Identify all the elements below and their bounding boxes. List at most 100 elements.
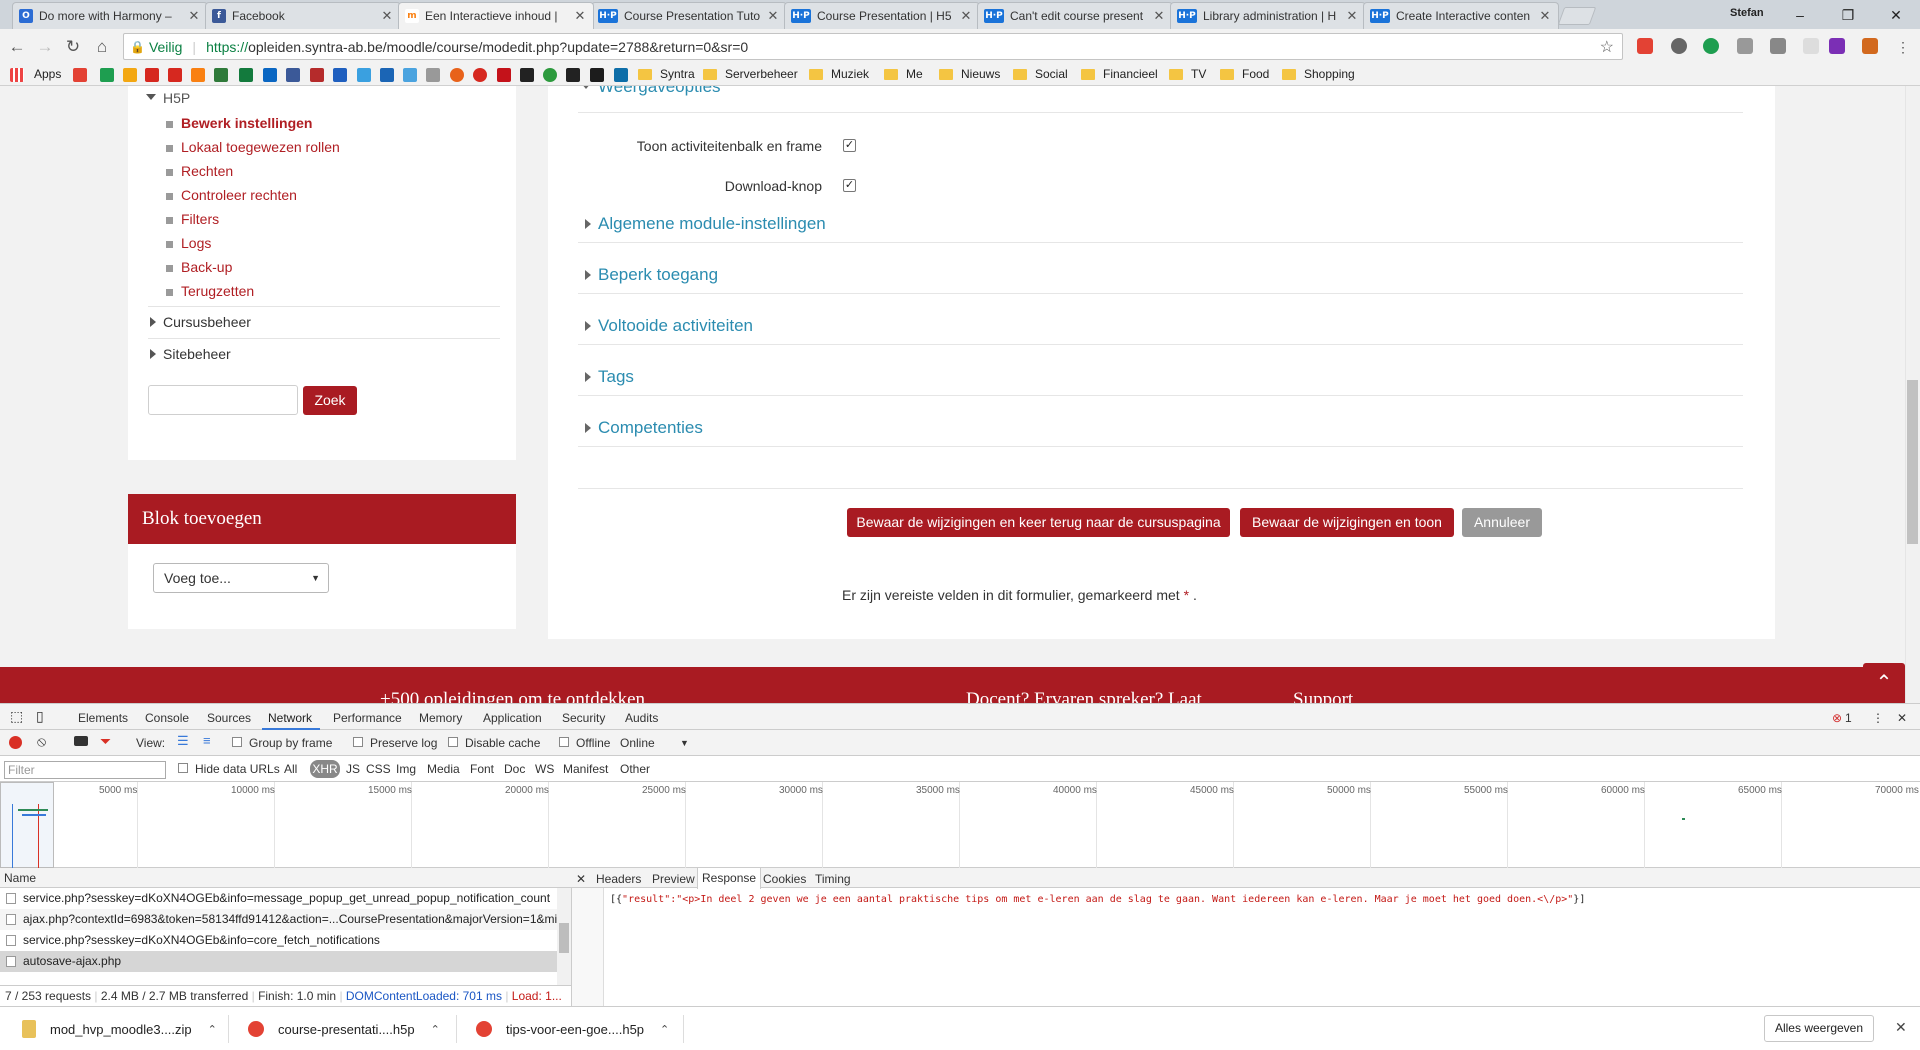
cancel-button[interactable]: Annuleer bbox=[1462, 508, 1542, 537]
nav-item-bewerk-instellingen[interactable]: Bewerk instellingen bbox=[166, 115, 312, 131]
request-list-scrollbar-thumb[interactable] bbox=[559, 923, 569, 953]
menu-dots-icon[interactable]: ⋮ bbox=[1891, 35, 1915, 59]
record-icon[interactable] bbox=[9, 736, 22, 749]
minimize-button[interactable]: – bbox=[1780, 4, 1820, 26]
clear-icon[interactable]: ⦸ bbox=[37, 733, 46, 750]
page-scrollbar-thumb[interactable] bbox=[1907, 380, 1918, 544]
type-filter-xhr[interactable]: XHR bbox=[310, 760, 340, 778]
nav-item-terugzetten[interactable]: Terugzetten bbox=[166, 283, 254, 299]
request-row[interactable]: service.php?sesskey=dKoXN4OGEb&info=core… bbox=[0, 930, 557, 951]
devtools-tab-performance[interactable]: Performance bbox=[333, 711, 402, 725]
section-competenties[interactable]: Competenties bbox=[585, 418, 703, 438]
type-filter-js[interactable]: JS bbox=[346, 762, 360, 776]
devtools-tab-console[interactable]: Console bbox=[145, 711, 189, 725]
close-tab-icon[interactable]: ✕ bbox=[1152, 8, 1166, 24]
type-filter-manifest[interactable]: Manifest bbox=[563, 762, 608, 776]
devtools-tab-memory[interactable]: Memory bbox=[419, 711, 462, 725]
devtools-tab-security[interactable]: Security bbox=[562, 711, 605, 725]
type-filter-ws[interactable]: WS bbox=[535, 762, 554, 776]
device-toolbar-icon[interactable]: ▯ bbox=[36, 708, 44, 725]
nav-item-filters[interactable]: Filters bbox=[166, 211, 219, 227]
new-tab-button[interactable] bbox=[1557, 7, 1597, 25]
bookmark-icon[interactable] bbox=[214, 68, 228, 82]
address-bar[interactable]: 🔒 Veilig | https:// opleiden.syntra-ab.b… bbox=[123, 33, 1623, 60]
netflix-icon[interactable] bbox=[497, 68, 511, 82]
nav-item-sitebeheer[interactable]: Sitebeheer bbox=[150, 346, 231, 362]
footer-text[interactable]: Support bbox=[1293, 689, 1353, 703]
browser-tab[interactable]: H·P Course Presentation | H5 ✕ bbox=[784, 2, 980, 29]
bookmark-icon[interactable] bbox=[239, 68, 253, 82]
type-filter-media[interactable]: Media bbox=[427, 762, 460, 776]
profile-name[interactable]: Stefan bbox=[1730, 7, 1764, 19]
type-filter-all[interactable]: All bbox=[284, 762, 297, 776]
download-item[interactable]: tips-voor-een-goe....h5p ⌃ bbox=[476, 1017, 669, 1041]
extension-icon[interactable] bbox=[1737, 38, 1753, 54]
error-count[interactable]: 1 bbox=[1845, 711, 1852, 725]
bookmark-icon[interactable] bbox=[310, 68, 324, 82]
admin-search-input[interactable] bbox=[148, 385, 298, 415]
apps-shortcut[interactable]: Apps bbox=[34, 67, 61, 81]
onenote-icon[interactable] bbox=[1829, 38, 1845, 54]
response-body[interactable]: [{"result":"<p>In deel 2 geven we je een… bbox=[610, 894, 1585, 905]
bookmark-folder[interactable]: Nieuws bbox=[939, 67, 1000, 81]
browser-tab[interactable]: O Do more with Harmony – ✕ bbox=[12, 2, 208, 29]
devtools-tab-application[interactable]: Application bbox=[483, 711, 542, 725]
footer-text[interactable]: +500 opleidingen om te ontdekken bbox=[380, 689, 645, 703]
chevron-down-icon[interactable]: ▼ bbox=[680, 738, 689, 748]
section-algemene-module-instellingen[interactable]: Algemene module-instellingen bbox=[585, 214, 826, 234]
section-weergaveopties[interactable]: Weergaveopties bbox=[581, 86, 721, 97]
bookmark-folder[interactable]: Serverbeheer bbox=[703, 67, 798, 81]
save-and-show-button[interactable]: Bewaar de wijzigingen en toon bbox=[1240, 508, 1454, 537]
close-tab-icon[interactable]: ✕ bbox=[187, 8, 201, 24]
facebook-icon[interactable] bbox=[286, 68, 300, 82]
home-icon[interactable]: ⌂ bbox=[90, 35, 114, 59]
details-tab-timing[interactable]: Timing bbox=[815, 872, 851, 886]
close-tab-icon[interactable]: ✕ bbox=[1345, 8, 1359, 24]
bookmark-icon[interactable] bbox=[333, 68, 347, 82]
browser-tab[interactable]: H·P Library administration | H ✕ bbox=[1170, 2, 1366, 29]
bookmark-folder[interactable]: TV bbox=[1169, 67, 1206, 81]
extension-icon[interactable] bbox=[1671, 38, 1687, 54]
bookmark-icon[interactable] bbox=[191, 68, 205, 82]
bookmark-icon[interactable] bbox=[168, 68, 182, 82]
bookmark-icon[interactable] bbox=[145, 68, 159, 82]
download-item[interactable]: mod_hvp_moodle3....zip ⌃ bbox=[22, 1017, 217, 1041]
devtools-tab-sources[interactable]: Sources bbox=[207, 711, 251, 725]
offline-checkbox[interactable] bbox=[559, 737, 569, 747]
hide-data-urls-checkbox[interactable] bbox=[178, 763, 188, 773]
nav-item-rechten[interactable]: Rechten bbox=[166, 163, 233, 179]
bookmark-star-icon[interactable]: ☆ bbox=[1600, 37, 1614, 57]
section-tags[interactable]: Tags bbox=[585, 367, 634, 387]
details-tab-cookies[interactable]: Cookies bbox=[763, 872, 806, 886]
inspect-element-icon[interactable]: ⬚ bbox=[10, 708, 23, 725]
download-item[interactable]: course-presentati....h5p ⌃ bbox=[248, 1017, 440, 1041]
browser-tab[interactable]: H·P Course Presentation Tuto ✕ bbox=[591, 2, 787, 29]
network-filter-input[interactable]: Filter bbox=[4, 761, 166, 779]
bookmark-icon[interactable] bbox=[100, 68, 114, 82]
chevron-up-icon[interactable]: ⌃ bbox=[660, 1023, 669, 1036]
devtools-menu-icon[interactable]: ⋮ bbox=[1872, 711, 1884, 725]
close-tab-icon[interactable]: ✕ bbox=[380, 8, 394, 24]
forward-arrow-icon[interactable]: → bbox=[33, 35, 57, 59]
close-details-icon[interactable]: ✕ bbox=[576, 872, 586, 886]
large-rows-icon[interactable]: ☰ bbox=[177, 733, 189, 749]
request-row[interactable]: ajax.php?contextId=6983&token=58134ffd91… bbox=[0, 909, 557, 930]
nav-item-cursusbeheer[interactable]: Cursusbeheer bbox=[150, 314, 251, 330]
browser-tab[interactable]: H·P Create Interactive conten ✕ bbox=[1363, 2, 1559, 29]
add-block-select[interactable]: Voeg toe... ▼ bbox=[153, 563, 329, 593]
save-and-return-button[interactable]: Bewaar de wijzigingen en keer terug naar… bbox=[847, 508, 1230, 537]
timeline-selection-window[interactable] bbox=[0, 782, 54, 868]
section-beperk-toegang[interactable]: Beperk toegang bbox=[585, 265, 718, 285]
search-button[interactable]: Zoek bbox=[303, 386, 357, 415]
extension-icon[interactable] bbox=[1703, 38, 1719, 54]
bookmark-folder[interactable]: Social bbox=[1013, 67, 1068, 81]
nav-item-back-up[interactable]: Back-up bbox=[166, 259, 232, 275]
capture-screenshots-icon[interactable] bbox=[74, 736, 88, 746]
browser-tab-active[interactable]: m Een Interactieve inhoud | ✕ bbox=[398, 2, 594, 29]
bookmark-folder[interactable]: Food bbox=[1220, 67, 1269, 81]
group-by-frame-checkbox[interactable] bbox=[232, 737, 242, 747]
request-row[interactable]: service.php?sesskey=dKoXN4OGEb&info=mess… bbox=[0, 888, 557, 909]
close-tab-icon[interactable]: ✕ bbox=[766, 8, 780, 24]
bookmark-icon[interactable] bbox=[614, 68, 628, 82]
bookmark-icon[interactable] bbox=[590, 68, 604, 82]
